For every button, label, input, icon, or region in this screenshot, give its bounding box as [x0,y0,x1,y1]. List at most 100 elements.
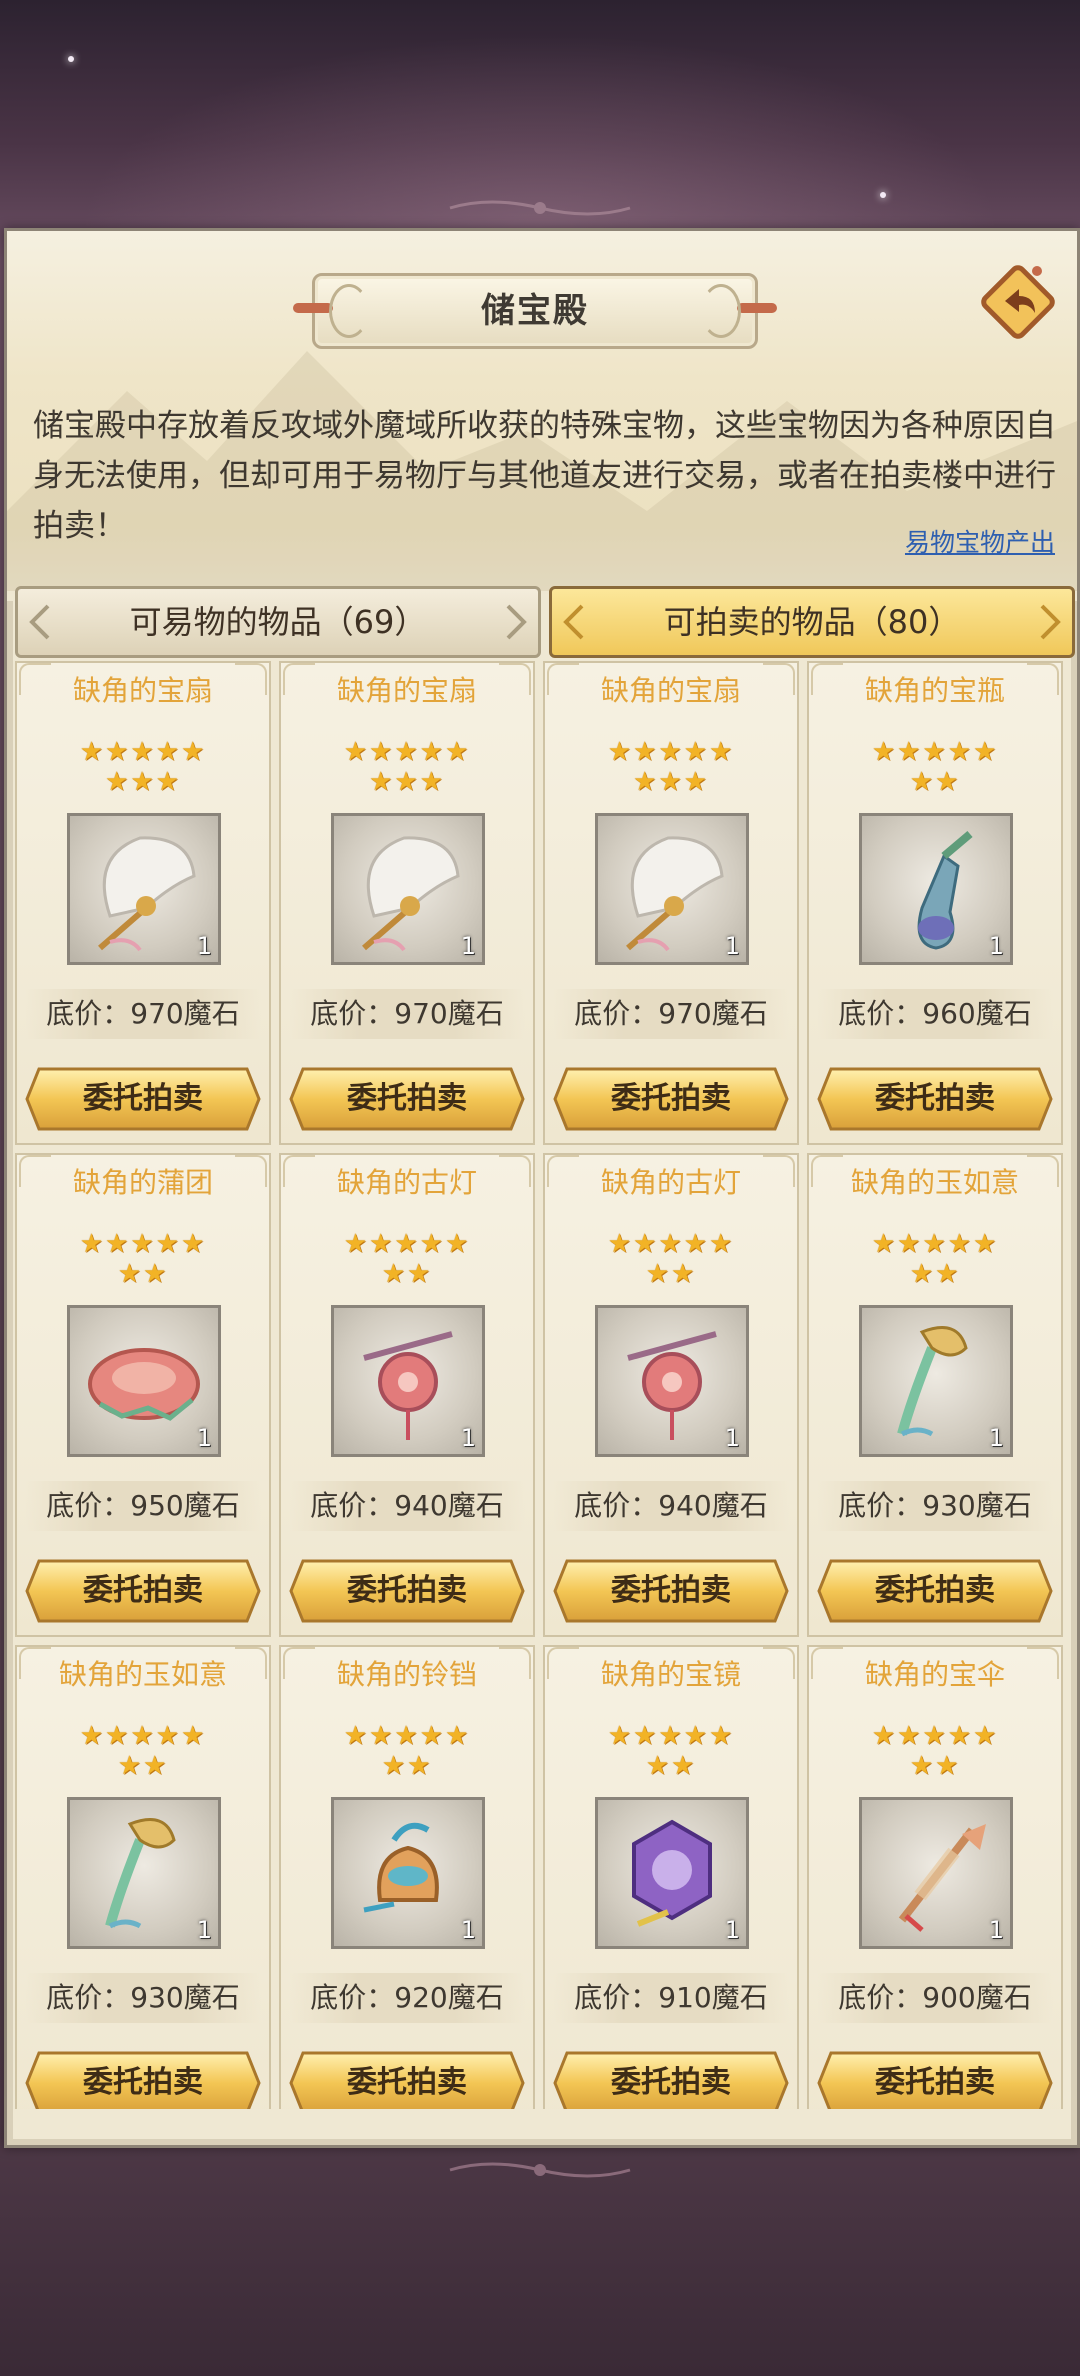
treasure-panel: 储宝殿 储宝殿中存放着反攻域外魔域所收获的特殊宝物，这些宝物因为各种原因自身无法… [4,228,1080,2148]
item-card[interactable]: 缺角的玉如意 ★★★★★ ★★ 1 底价：930魔石 委托拍卖 [15,1645,271,2109]
bottom-ornament [440,2158,640,2182]
item-quantity: 1 [460,1424,476,1452]
star-rating: ★★★★★ [871,737,999,767]
item-card[interactable]: 缺角的古灯 ★★★★★ ★★ 1 底价：940魔石 委托拍卖 [543,1153,799,1637]
star-rating: ★★★★★ [343,1229,471,1259]
tab-label: 可易物的物品（69） [129,603,427,641]
star-rating: ★★ [909,1259,961,1289]
item-card[interactable]: 缺角的铃铛 ★★★★★ ★★ 1 底价：920魔石 委托拍卖 [279,1645,535,2109]
item-thumbnail[interactable]: 1 [67,1797,221,1949]
star-rating: ★★★★★ [79,1721,207,1751]
consign-auction-button[interactable]: 委托拍卖 [25,1559,261,1623]
star-rating: ★★★★★ [607,1229,735,1259]
consign-auction-button[interactable]: 委托拍卖 [817,1067,1053,1131]
consign-auction-button[interactable]: 委托拍卖 [817,1559,1053,1623]
button-label: 委托拍卖 [875,2065,995,2100]
item-thumbnail[interactable]: 1 [595,1305,749,1457]
button-label: 委托拍卖 [611,1081,731,1116]
item-card[interactable]: 缺角的宝镜 ★★★★★ ★★ 1 底价：910魔石 委托拍卖 [543,1645,799,2109]
button-label: 委托拍卖 [347,2065,467,2100]
item-thumbnail[interactable]: 1 [331,813,485,965]
button-label: 委托拍卖 [83,1081,203,1116]
star-rating: ★★★★★ [607,737,735,767]
star-rating: ★★★★★ [79,1229,207,1259]
item-quantity: 1 [460,1916,476,1944]
tab-tradeable-items[interactable]: 可易物的物品（69） [15,586,541,658]
consign-auction-button[interactable]: 委托拍卖 [817,2051,1053,2109]
star-rating: ★★ [909,1751,961,1781]
item-quantity: 1 [724,932,740,960]
star-rating: ★★★★★ [79,737,207,767]
item-price: 底价：950魔石 [46,1489,240,1522]
star-rating: ★★★ [369,767,445,797]
item-quantity: 1 [196,932,212,960]
consign-auction-button[interactable]: 委托拍卖 [553,1067,789,1131]
star-rating: ★★★★★ [607,1721,735,1751]
item-quantity: 1 [988,1424,1004,1452]
item-thumbnail[interactable]: 1 [859,1797,1013,1949]
item-card[interactable]: 缺角的宝瓶 ★★★★★ ★★ 1 底价：960魔石 委托拍卖 [807,661,1063,1145]
item-card[interactable]: 缺角的古灯 ★★★★★ ★★ 1 底价：940魔石 委托拍卖 [279,1153,535,1637]
back-arrow-icon [981,265,1055,339]
star-rating: ★★★★★ [343,1721,471,1751]
star-rating: ★★ [381,1751,433,1781]
button-label: 委托拍卖 [875,1081,995,1116]
item-name: 缺角的宝扇 [72,674,213,707]
item-thumbnail[interactable]: 1 [67,813,221,965]
consign-auction-button[interactable]: 委托拍卖 [553,1559,789,1623]
back-button[interactable] [975,259,1061,345]
item-price: 底价：970魔石 [310,997,504,1030]
chevron-right-icon [1040,604,1061,640]
item-card[interactable]: 缺角的宝扇 ★★★★★ ★★★ 1 底价：970魔石 委托拍卖 [279,661,535,1145]
item-thumbnail[interactable]: 1 [595,813,749,965]
item-price: 底价：910魔石 [574,1981,768,2014]
item-quantity: 1 [460,932,476,960]
star-rating: ★★ [909,767,961,797]
button-label: 委托拍卖 [83,1573,203,1608]
tab-auctionable-items[interactable]: 可拍卖的物品（80） [549,586,1075,658]
item-price: 底价：940魔石 [310,1489,504,1522]
star-rating: ★★★★★ [871,1229,999,1259]
tab-label: 可拍卖的物品（80） [663,603,961,641]
item-price: 底价：930魔石 [838,1489,1032,1522]
sky-star [880,192,886,198]
item-quantity: 1 [988,932,1004,960]
item-thumbnail[interactable]: 1 [331,1305,485,1457]
consign-auction-button[interactable]: 委托拍卖 [25,2051,261,2109]
consign-auction-button[interactable]: 委托拍卖 [289,1559,525,1623]
item-price: 底价：970魔石 [46,997,240,1030]
chevron-right-icon [506,604,527,640]
item-price: 底价：900魔石 [838,1981,1032,2014]
item-name: 缺角的蒲团 [72,1166,213,1199]
item-price: 底价：970魔石 [574,997,768,1030]
item-card[interactable]: 缺角的宝伞 ★★★★★ ★★ 1 底价：900魔石 委托拍卖 [807,1645,1063,2109]
item-thumbnail[interactable]: 1 [67,1305,221,1457]
consign-auction-button[interactable]: 委托拍卖 [289,1067,525,1131]
sky-star [68,56,74,62]
item-card[interactable]: 缺角的玉如意 ★★★★★ ★★ 1 底价：930魔石 委托拍卖 [807,1153,1063,1637]
item-thumbnail[interactable]: 1 [331,1797,485,1949]
item-name: 缺角的宝扇 [600,674,741,707]
item-card[interactable]: 缺角的蒲团 ★★★★★ ★★ 1 底价：950魔石 委托拍卖 [15,1153,271,1637]
item-thumbnail[interactable]: 1 [595,1797,749,1949]
item-thumbnail[interactable]: 1 [859,813,1013,965]
star-rating: ★★ [381,1259,433,1289]
item-card[interactable]: 缺角的宝扇 ★★★★★ ★★★ 1 底价：970魔石 委托拍卖 [543,661,799,1145]
page-title: 储宝殿 [481,291,589,331]
item-name: 缺角的宝伞 [864,1658,1005,1691]
consign-auction-button[interactable]: 委托拍卖 [553,2051,789,2109]
source-link[interactable]: 易物宝物产出 [905,523,1055,559]
item-quantity: 1 [724,1424,740,1452]
button-label: 委托拍卖 [611,1573,731,1608]
item-name: 缺角的玉如意 [58,1658,227,1691]
consign-auction-button[interactable]: 委托拍卖 [289,2051,525,2109]
consign-auction-button[interactable]: 委托拍卖 [25,1067,261,1131]
item-name: 缺角的古灯 [600,1166,741,1199]
item-price: 底价：960魔石 [838,997,1032,1030]
item-thumbnail[interactable]: 1 [859,1305,1013,1457]
item-card[interactable]: 缺角的宝扇 ★★★★★ ★★★ 1 底价：970魔石 委托拍卖 [15,661,271,1145]
star-rating: ★★ [645,1751,697,1781]
star-rating: ★★ [117,1259,169,1289]
item-quantity: 1 [196,1916,212,1944]
item-name: 缺角的宝瓶 [864,674,1005,707]
